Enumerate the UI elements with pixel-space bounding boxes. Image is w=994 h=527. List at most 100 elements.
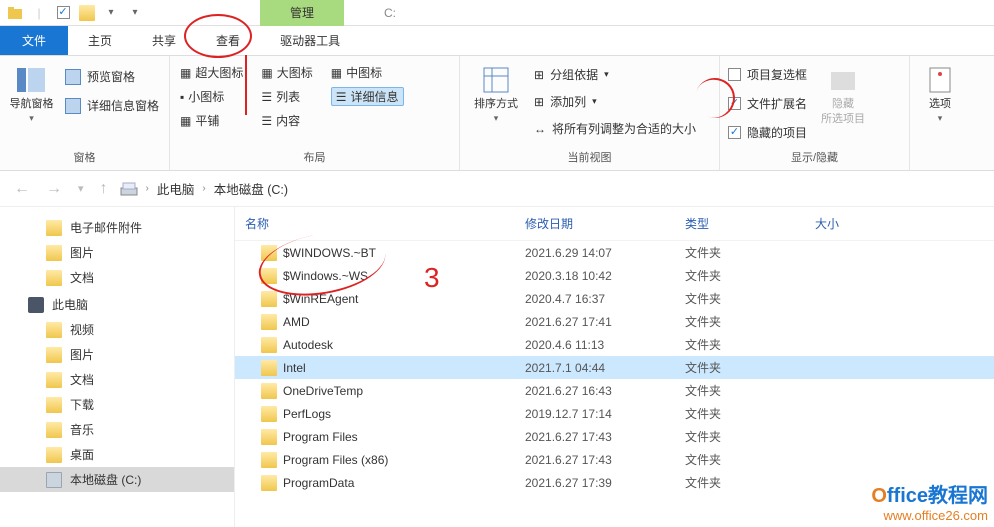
nav-pane-label: 导航窗格: [9, 98, 53, 111]
file-type: 文件夹: [685, 244, 815, 261]
options-button[interactable]: 选项 ▾: [916, 60, 964, 128]
qat-dropdown[interactable]: ▾: [100, 2, 122, 24]
sidebar-item-label: 本地磁盘 (C:): [70, 471, 141, 488]
file-date: 2021.6.27 16:43: [525, 384, 685, 398]
table-row[interactable]: Autodesk2020.4.6 11:13文件夹: [235, 333, 994, 356]
tab-view[interactable]: 查看: [196, 26, 260, 55]
item-checkboxes-toggle[interactable]: 项目复选框: [726, 64, 809, 85]
tab-share[interactable]: 共享: [132, 26, 196, 55]
recent-dropdown[interactable]: ▾: [74, 182, 88, 195]
sidebar-item[interactable]: 下载: [0, 392, 234, 417]
watermark: Office教程网 www.office26.com: [871, 479, 988, 523]
breadcrumb-pc[interactable]: 此电脑: [157, 179, 195, 198]
table-row[interactable]: PerfLogs2019.12.7 17:14文件夹: [235, 402, 994, 425]
hidden-items-toggle[interactable]: 隐藏的项目: [726, 122, 809, 143]
window-title: C:: [384, 6, 396, 20]
tab-home[interactable]: 主页: [68, 26, 132, 55]
folder-icon: [261, 268, 277, 284]
layout-sm[interactable]: ▪小图标: [180, 87, 243, 106]
sidebar-item[interactable]: 视频: [0, 317, 234, 342]
sidebar-item-label: 音乐: [70, 421, 94, 438]
back-button[interactable]: ←: [10, 180, 34, 198]
sidebar-item[interactable]: 文档: [0, 367, 234, 392]
col-size[interactable]: 大小: [815, 215, 984, 232]
folder-icon: [261, 245, 277, 261]
file-extensions-toggle[interactable]: 文件扩展名: [726, 93, 809, 114]
file-type: 文件夹: [685, 267, 815, 284]
sidebar-item[interactable]: 电子邮件附件: [0, 215, 234, 240]
sidebar-item[interactable]: 此电脑: [0, 292, 234, 317]
folder-icon: [261, 291, 277, 307]
tab-drive-tools[interactable]: 驱动器工具: [260, 26, 360, 55]
layout-list[interactable]: ☰列表: [261, 87, 312, 106]
file-name: OneDriveTemp: [283, 384, 363, 398]
sidebar-item[interactable]: 图片: [0, 342, 234, 367]
folder-icon: [261, 406, 277, 422]
table-row[interactable]: OneDriveTemp 2021.6.27 16:43文件夹: [235, 379, 994, 402]
add-columns-button[interactable]: ⊞添加列▾: [530, 91, 601, 112]
qat-sep: |: [28, 2, 50, 24]
chevron-down-icon: ▾: [938, 113, 943, 124]
preview-pane-button[interactable]: 预览窗格: [61, 66, 139, 87]
file-date: 2021.6.27 17:43: [525, 453, 685, 467]
col-name[interactable]: 名称: [245, 215, 525, 232]
layout-group-label: 布局: [176, 146, 453, 170]
folder-icon: [46, 245, 62, 261]
up-button[interactable]: ↑: [96, 180, 112, 198]
table-row[interactable]: $WINDOWS.~BT2021.6.29 14:07文件夹: [235, 241, 994, 264]
file-date: 2021.6.29 14:07: [525, 246, 685, 260]
layout-md[interactable]: ▦中图标: [331, 64, 404, 81]
ribbon: 导航窗格 ▾ 预览窗格 详细信息窗格 窗格 ▦超大图标 ▦大图标 ▦中图标 ▪小…: [0, 56, 994, 171]
qat-icon[interactable]: [4, 2, 26, 24]
ribbon-tabs: 文件 主页 共享 查看 驱动器工具: [0, 26, 994, 56]
table-row[interactable]: AMD2021.6.27 17:41文件夹: [235, 310, 994, 333]
sidebar-item-label: 图片: [70, 346, 94, 363]
file-type: 文件夹: [685, 313, 815, 330]
sidebar-item-label: 电子邮件附件: [70, 219, 142, 236]
qat-overflow[interactable]: ▾: [124, 2, 146, 24]
layout-content[interactable]: ☰内容: [261, 112, 312, 129]
sidebar-item[interactable]: 桌面: [0, 442, 234, 467]
details-pane-button[interactable]: 详细信息窗格: [61, 95, 163, 116]
nav-pane-button[interactable]: 导航窗格 ▾: [6, 60, 57, 128]
sidebar-item[interactable]: 音乐: [0, 417, 234, 442]
forward-button[interactable]: →: [42, 180, 66, 198]
file-type: 文件夹: [685, 382, 815, 399]
tab-file[interactable]: 文件: [0, 26, 68, 55]
table-row[interactable]: $WinREAgent2020.4.7 16:37文件夹: [235, 287, 994, 310]
layout-xl[interactable]: ▦超大图标: [180, 64, 243, 81]
table-row[interactable]: $Windows.~WS2020.3.18 10:42文件夹: [235, 264, 994, 287]
table-row[interactable]: Intel2021.7.1 04:44文件夹: [235, 356, 994, 379]
qat-check-icon[interactable]: [52, 2, 74, 24]
sidebar-item-label: 图片: [70, 244, 94, 261]
sidebar-item[interactable]: 文档: [0, 265, 234, 290]
current-view-group-label: 当前视图: [466, 146, 713, 170]
layout-details[interactable]: ☰详细信息: [331, 87, 404, 106]
sidebar-item[interactable]: 本地磁盘 (C:): [0, 467, 234, 492]
layout-lg[interactable]: ▦大图标: [261, 64, 312, 81]
sidebar-item[interactable]: 图片: [0, 240, 234, 265]
table-row[interactable]: Program Files (x86)2021.6.27 17:43文件夹: [235, 448, 994, 471]
sort-button[interactable]: 排序方式 ▾: [466, 60, 526, 128]
file-name: $WinREAgent: [283, 292, 358, 306]
col-date[interactable]: 修改日期: [525, 215, 685, 232]
folder-icon: [46, 397, 62, 413]
layout-tiles[interactable]: ▦平铺: [180, 112, 243, 129]
breadcrumb-drive[interactable]: 本地磁盘 (C:): [214, 179, 288, 198]
column-headers[interactable]: 名称 修改日期 类型 大小: [235, 207, 994, 241]
details-pane-label: 详细信息窗格: [87, 97, 159, 114]
qat-folder-icon[interactable]: [76, 2, 98, 24]
folder-icon: [261, 475, 277, 491]
nav-tree[interactable]: 电子邮件附件图片文档此电脑视频图片文档下载音乐桌面本地磁盘 (C:): [0, 207, 235, 527]
contextual-tab[interactable]: 管理: [260, 0, 344, 26]
table-row[interactable]: Program Files2021.6.27 17:43文件夹: [235, 425, 994, 448]
folder-icon: [261, 337, 277, 353]
hide-selected-button[interactable]: 隐藏 所选项目: [813, 60, 873, 130]
file-name: PerfLogs: [283, 407, 331, 421]
col-type[interactable]: 类型: [685, 215, 815, 232]
sidebar-item-label: 文档: [70, 371, 94, 388]
fit-columns-button[interactable]: ↔将所有列调整为合适的大小: [530, 118, 700, 139]
breadcrumb[interactable]: › 此电脑 › 本地磁盘 (C:): [146, 179, 289, 198]
show-hide-group-label: 显示/隐藏: [726, 146, 903, 170]
group-by-button[interactable]: ⊞分组依据▾: [530, 64, 613, 85]
